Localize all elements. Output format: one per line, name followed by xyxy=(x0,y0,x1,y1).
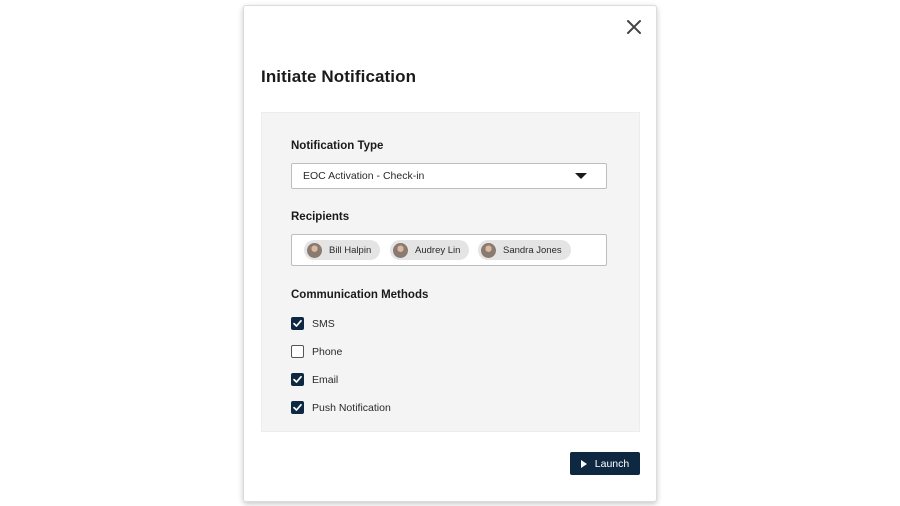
dialog-title: Initiate Notification xyxy=(261,67,417,86)
caret-down-icon xyxy=(575,173,587,179)
communication-methods-label: Communication Methods xyxy=(291,289,429,301)
avatar xyxy=(307,242,322,258)
method-option-email[interactable]: Email xyxy=(291,373,338,386)
method-option-push-notification[interactable]: Push Notification xyxy=(291,401,391,414)
recipient-name: Sandra Jones xyxy=(503,244,562,256)
recipients-field[interactable]: Bill Halpin Audrey Lin Sandra Jones xyxy=(291,234,607,266)
checkbox-label: Email xyxy=(312,373,339,386)
checkbox-label: Push Notification xyxy=(312,401,391,414)
close-icon[interactable] xyxy=(622,15,646,39)
avatar xyxy=(481,242,496,258)
launch-button[interactable]: Launch xyxy=(570,452,640,475)
checkbox[interactable] xyxy=(291,345,304,358)
checkbox-label: Phone xyxy=(312,345,343,358)
checkbox[interactable] xyxy=(291,401,304,414)
notification-type-value: EOC Activation - Check-in xyxy=(303,170,425,182)
recipient-chip[interactable]: Sandra Jones xyxy=(478,240,571,260)
checkbox[interactable] xyxy=(291,317,304,330)
initiate-notification-dialog: Initiate Notification Notification Type … xyxy=(243,5,657,502)
checkbox-label: SMS xyxy=(312,317,335,330)
play-icon xyxy=(580,459,587,468)
recipient-name: Audrey Lin xyxy=(415,244,461,256)
avatar xyxy=(393,242,408,258)
recipient-chip[interactable]: Bill Halpin xyxy=(304,240,381,260)
launch-button-label: Launch xyxy=(594,457,630,470)
form-panel: Notification Type EOC Activation - Check… xyxy=(261,112,640,432)
method-option-phone[interactable]: Phone xyxy=(291,345,342,358)
checkbox[interactable] xyxy=(291,373,304,386)
recipient-name: Bill Halpin xyxy=(329,244,372,256)
notification-type-select[interactable]: EOC Activation - Check-in xyxy=(291,163,607,189)
method-option-sms[interactable]: SMS xyxy=(291,317,335,330)
notification-type-label: Notification Type xyxy=(291,140,384,152)
recipient-chip[interactable]: Audrey Lin xyxy=(390,240,470,260)
recipients-label: Recipients xyxy=(291,211,350,223)
